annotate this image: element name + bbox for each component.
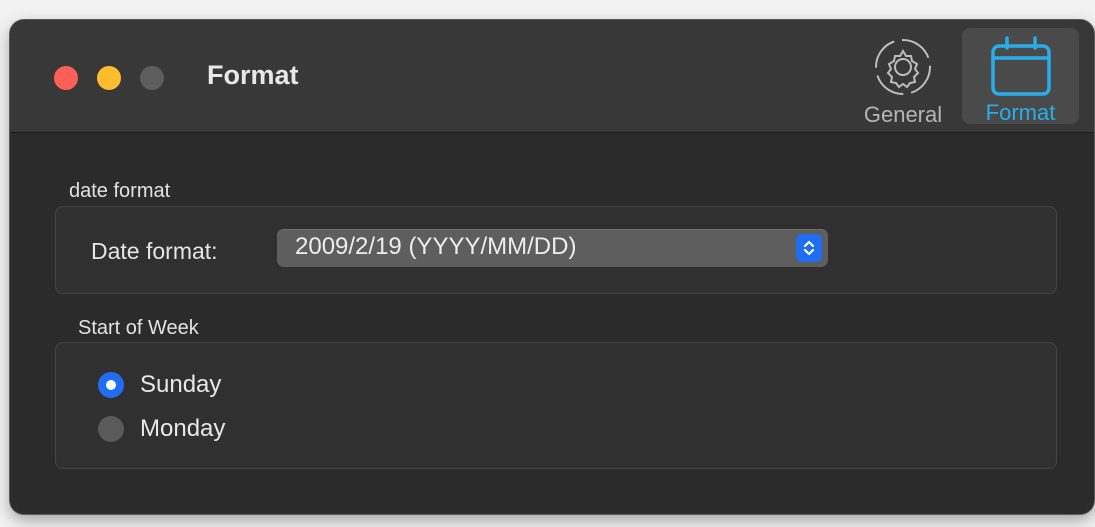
toolbar-general-tab[interactable]: General xyxy=(851,28,955,127)
radio-label-sunday: Sunday xyxy=(140,371,222,398)
preferences-window: Format General Format date format Date f… xyxy=(10,20,1094,514)
minimize-button[interactable] xyxy=(97,66,121,90)
radio-option-sunday[interactable]: Sunday xyxy=(98,371,221,399)
calendar-icon xyxy=(986,34,1056,98)
window-title: Format xyxy=(207,60,299,90)
close-button[interactable] xyxy=(54,66,78,90)
date-format-heading: date format xyxy=(69,180,171,202)
start-of-week-group: Sunday Monday xyxy=(55,342,1057,469)
toolbar-format-label: Format xyxy=(985,100,1056,125)
radio-button-monday[interactable] xyxy=(98,416,124,442)
date-format-value: 2009/2/19 (YYYY/MM/DD) xyxy=(295,233,577,260)
date-format-popup[interactable]: 2009/2/19 (YYYY/MM/DD) xyxy=(277,229,828,267)
radio-label-monday: Monday xyxy=(140,415,226,442)
chevron-updown-icon xyxy=(796,234,822,262)
start-of-week-heading: Start of Week xyxy=(78,317,199,339)
radio-option-monday[interactable]: Monday xyxy=(98,415,225,443)
radio-button-sunday[interactable] xyxy=(98,372,124,398)
title-bar: Format General Format xyxy=(10,20,1094,133)
date-format-label: Date format: xyxy=(91,238,218,264)
toolbar-format-tab[interactable]: Format xyxy=(962,28,1079,125)
zoom-button[interactable] xyxy=(140,66,164,90)
toolbar-general-label: General xyxy=(863,102,943,127)
date-format-group: Date format: 2009/2/19 (YYYY/MM/DD) xyxy=(55,206,1057,294)
gear-icon xyxy=(868,34,938,100)
